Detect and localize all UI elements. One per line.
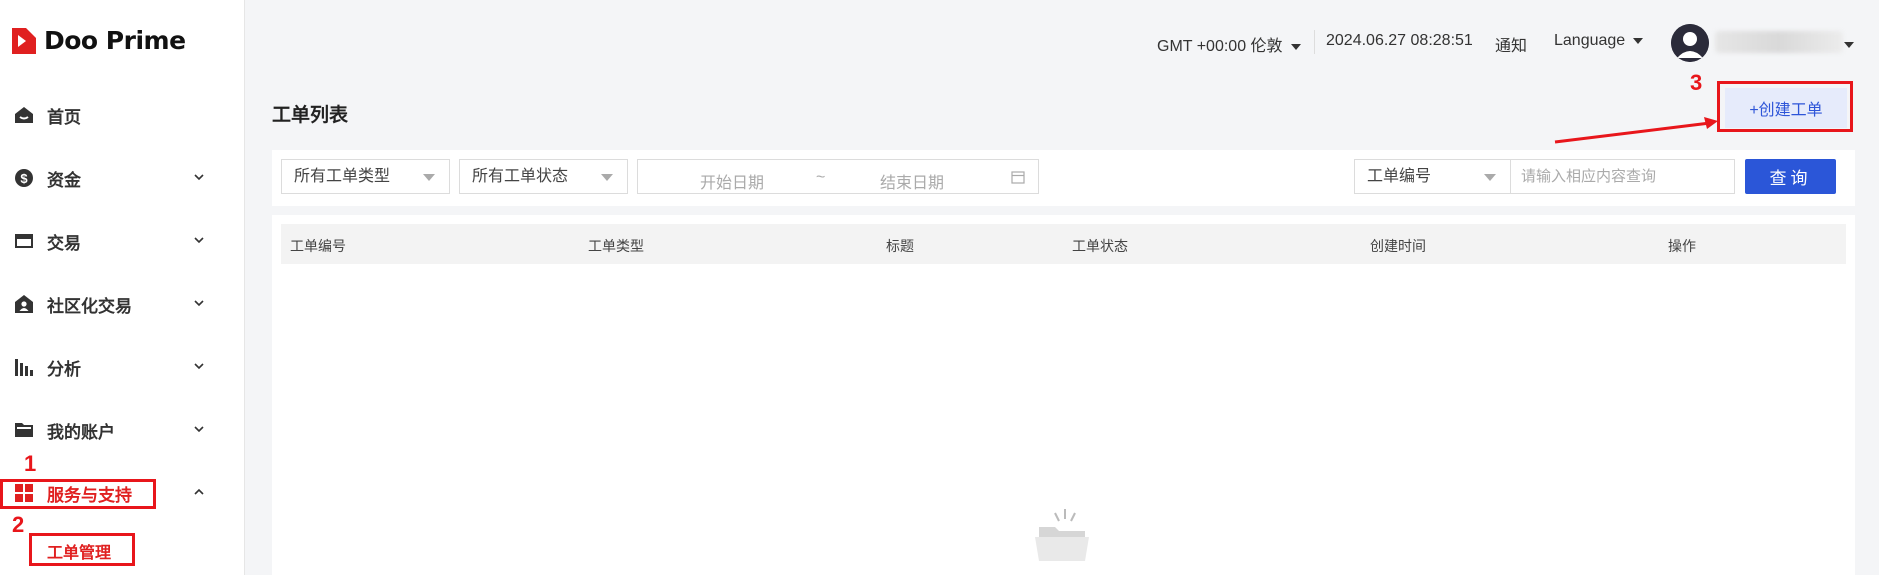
chevron-up-icon [194,488,204,495]
chevron-down-icon [194,174,204,181]
table-header: 工单编号 工单类型 标题 工单状态 创建时间 操作 [281,224,1846,264]
search-field-select[interactable]: 工单编号 [1354,159,1511,194]
caret-down-icon [423,174,435,181]
calendar-icon [1011,171,1025,184]
sidebar-item-trade[interactable]: 交易 [0,221,245,261]
header-datetime: 2024.06.27 08:28:51 [1326,32,1473,49]
folder-icon [15,423,33,437]
sidebar-item-home[interactable]: 首页 [0,95,245,135]
annotation-number-2: 2 [12,512,25,537]
language-select[interactable]: Language [1554,32,1644,50]
home-icon [15,107,33,123]
ticket-status-value: 所有工单状态 [472,168,569,185]
end-date-placeholder: 结束日期 [880,175,945,192]
caret-down-icon [1484,174,1496,181]
dollar-icon: $ [15,169,33,187]
language-label: Language [1554,32,1626,49]
doo-prime-logo-icon [12,27,36,54]
search-field-value: 工单编号 [1367,168,1432,185]
annotation-arrow-icon [1554,117,1718,144]
column-header: 创建时间 [1370,238,1426,254]
empty-folder-icon [1035,509,1089,561]
column-header: 操作 [1668,238,1696,254]
avatar[interactable] [1671,24,1709,62]
header-divider [1314,30,1315,54]
sidebar-item-label: 社区化交易 [47,296,132,316]
filter-panel: 所有工单类型 所有工单状态 开始日期 ~ 结束日期 工单编号 查询 [272,150,1855,206]
ticket-table: 工单编号 工单类型 标题 工单状态 创建时间 操作 [272,215,1855,575]
sidebar-item-community[interactable]: 社区化交易 [0,284,245,324]
annotation-number-3: 3 [1690,70,1703,95]
ticket-status-select[interactable]: 所有工单状态 [459,159,628,194]
column-header: 工单类型 [588,238,644,254]
bar-chart-icon [15,359,33,376]
sidebar-item-funds[interactable]: $ 资金 [0,158,245,198]
chevron-down-icon [194,300,204,307]
caret-down-icon [1633,37,1644,44]
sidebar-item-my-account[interactable]: 我的账户 [0,410,245,450]
page-title: 工单列表 [272,105,349,126]
chevron-down-icon [194,426,204,433]
ticket-type-select[interactable]: 所有工单类型 [281,159,450,194]
date-range-separator: ~ [816,169,826,186]
community-icon [15,295,33,313]
sidebar-item-label: 我的账户 [47,422,115,442]
annotation-number-1: 1 [24,451,37,476]
notifications-link[interactable]: 通知 [1495,32,1527,56]
svg-text:$: $ [20,171,28,186]
column-header: 标题 [886,238,914,254]
card-icon [15,234,33,248]
annotation-box-3 [1717,81,1853,132]
annotation-box-1 [0,479,156,509]
chevron-down-icon [194,237,204,244]
annotation-box-2 [29,533,135,566]
search-input[interactable] [1511,159,1735,194]
query-button[interactable]: 查询 [1745,159,1836,194]
chevron-down-icon [194,363,204,370]
sidebar-item-analysis[interactable]: 分析 [0,347,245,387]
sidebar-item-label: 资金 [47,170,81,190]
user-menu-caret-icon[interactable] [1844,42,1854,48]
ticket-type-value: 所有工单类型 [294,168,391,185]
start-date-placeholder: 开始日期 [700,175,765,192]
brand-logo[interactable]: Doo Prime [12,26,186,55]
column-header: 工单编号 [290,238,346,254]
user-avatar-icon [1671,24,1709,62]
timezone-label: GMT +00:00 伦敦 [1157,38,1283,55]
column-header: 工单状态 [1072,238,1128,254]
sidebar-item-label: 分析 [47,359,81,379]
sidebar-item-label: 首页 [47,107,81,127]
date-range-picker[interactable]: 开始日期 ~ 结束日期 [637,159,1039,194]
caret-down-icon [601,174,613,181]
brand-name: Doo Prime [44,26,186,55]
sidebar-item-label: 交易 [47,233,81,253]
timezone-select[interactable]: GMT +00:00 伦敦 [1157,32,1301,56]
caret-down-icon [1290,43,1301,50]
username-redacted [1715,31,1843,53]
